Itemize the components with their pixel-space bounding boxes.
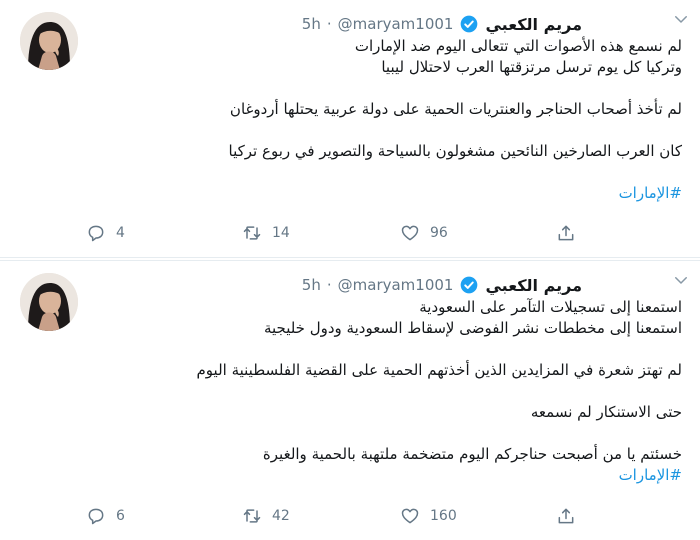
tweet[interactable]: مريم الكعبي @maryam1001 · 5h لم نسمع هذه… [0,0,700,258]
retweet-count: 42 [272,508,290,524]
reply-icon [88,225,104,242]
like-button[interactable]: 96 [400,221,448,245]
verified-badge-icon [461,15,478,33]
reply-button[interactable]: 4 [86,221,125,245]
reply-count: 6 [116,508,125,524]
display-name[interactable]: مريم الكعبي [485,15,582,34]
separator: · [326,276,332,294]
tweet-actions: 6 42 160 [86,504,606,528]
tweet-header: مريم الكعبي @maryam1001 · 5h [302,12,582,36]
share-button[interactable] [556,221,576,245]
reply-icon [88,508,104,525]
tweet-line: لم نسمع هذه الأصوات التي تتعالى اليوم ضد… [354,37,682,55]
share-icon [558,508,574,524]
tweet-line: لم تأخذ أصحاب الحناجر والعنتريات الحمية … [229,100,682,118]
like-count: 160 [430,508,457,524]
retweet-icon [243,509,261,523]
tweet-text: استمعنا إلى تسجيلات التآمر على السعودية … [122,297,682,486]
tweet-line: لم تهتز شعرة في المزايدين الذين أخذتهم ا… [196,361,682,379]
verified-badge-icon [461,276,478,294]
tweet-line: حتى الاستنكار لم نسمعه [530,403,682,421]
tweet[interactable]: مريم الكعبي @maryam1001 · 5h استمعنا إلى… [0,260,700,540]
tweet-line: وتركيا كل يوم ترسل مرتزقتها العرب لاحتلا… [381,58,682,76]
tweet-actions: 4 14 96 [86,221,606,245]
reply-button[interactable]: 6 [86,504,125,528]
retweet-count: 14 [272,225,290,241]
tweet-line: استمعنا إلى تسجيلات التآمر على السعودية [419,298,682,316]
like-button[interactable]: 160 [400,504,457,528]
avatar[interactable] [20,273,78,331]
like-count: 96 [430,225,448,241]
handle[interactable]: @maryam1001 [338,15,454,33]
hashtag-link[interactable]: #الإمارات [122,183,682,204]
chevron-down-icon[interactable] [672,271,690,289]
retweet-button[interactable]: 14 [242,221,290,245]
hashtag-link[interactable]: #الإمارات [122,465,682,486]
share-button[interactable] [556,504,576,528]
reply-count: 4 [116,225,125,241]
chevron-down-icon[interactable] [672,10,690,28]
like-icon [401,508,419,524]
tweet-text: لم نسمع هذه الأصوات التي تتعالى اليوم ضد… [122,36,682,204]
retweet-icon [243,226,261,240]
display-name[interactable]: مريم الكعبي [485,276,582,295]
tweet-line: خسئتم يا من أصبحت حناجركم اليوم متضخمة م… [262,445,682,463]
retweet-button[interactable]: 42 [242,504,290,528]
like-icon [401,225,419,241]
timestamp[interactable]: 5h [302,276,321,294]
tweet-line: كان العرب الصارخين النائحين مشغولون بالس… [228,142,682,160]
separator: · [326,15,332,33]
share-icon [558,225,574,241]
timestamp[interactable]: 5h [302,15,321,33]
tweet-line: استمعنا إلى مخططات نشر الفوضى لإسقاط الس… [263,319,682,337]
avatar[interactable] [20,12,78,70]
tweet-header: مريم الكعبي @maryam1001 · 5h [302,273,582,297]
handle[interactable]: @maryam1001 [338,276,454,294]
